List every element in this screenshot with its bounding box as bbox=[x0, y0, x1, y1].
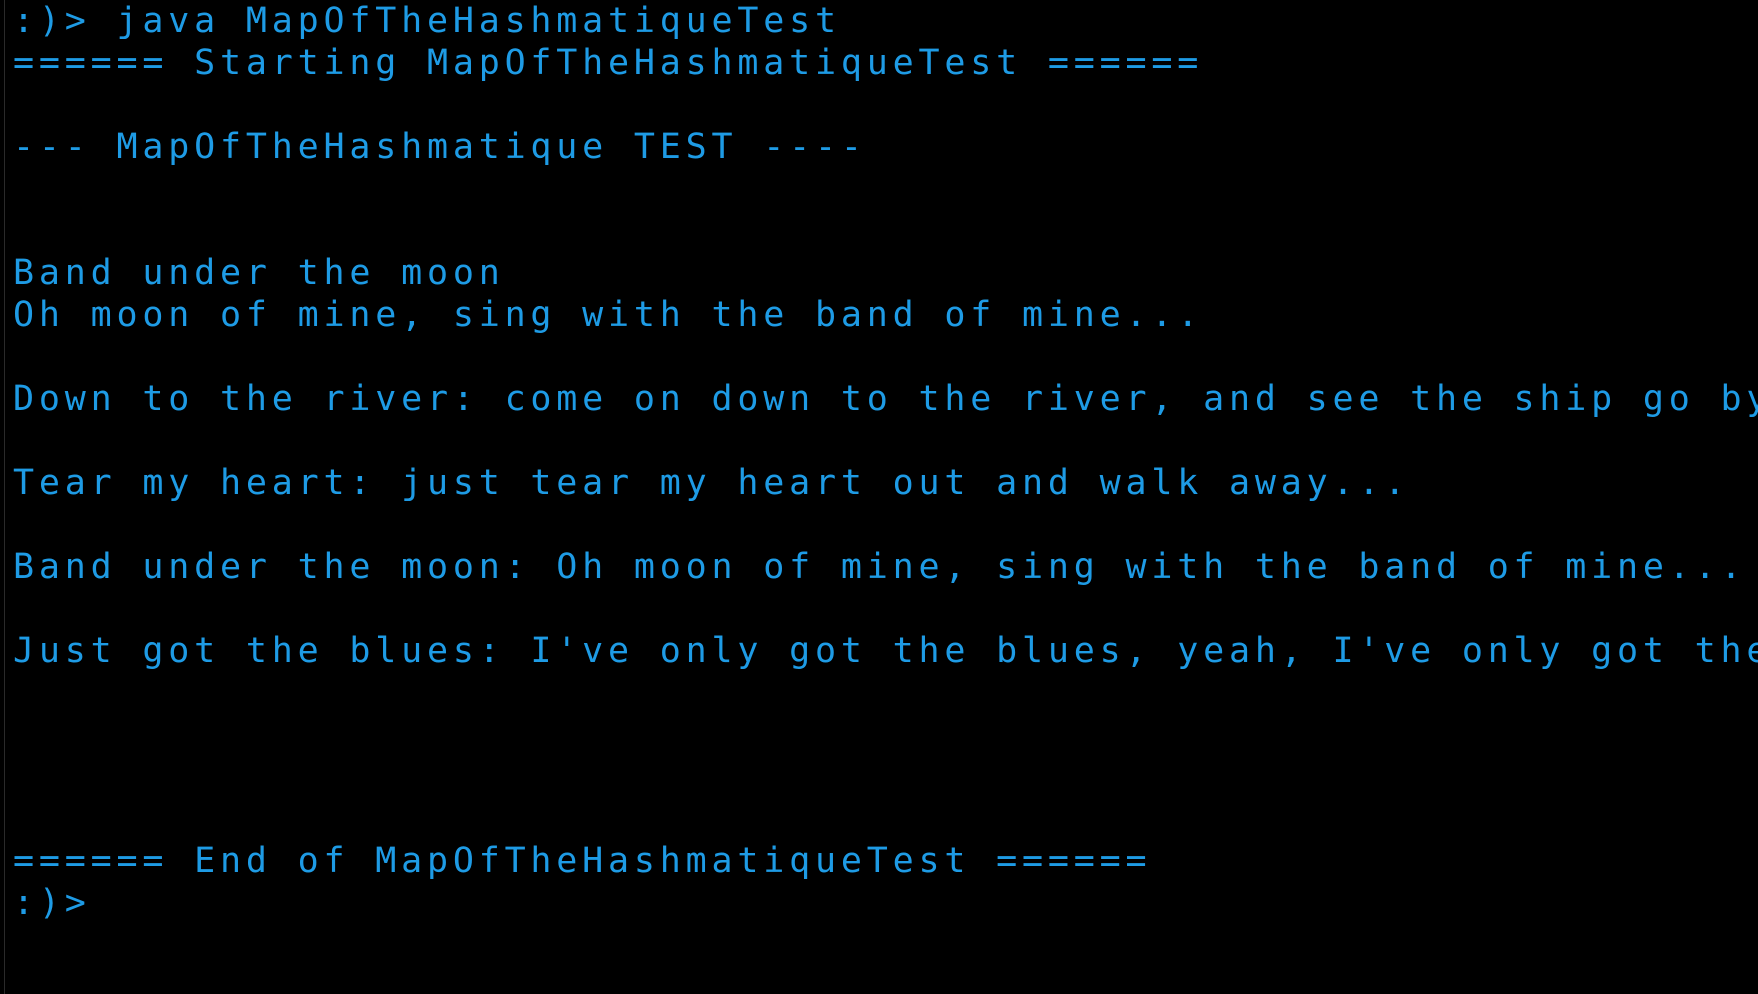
output-blank-line bbox=[13, 336, 1758, 378]
terminal-window[interactable]: :)> java MapOfTheHashmatiqueTest ====== … bbox=[0, 0, 1758, 994]
output-blank-line bbox=[13, 798, 1758, 840]
output-entry-line: Just got the blues: I've only got the bl… bbox=[13, 631, 1758, 671]
terminal-left-border bbox=[4, 0, 5, 994]
output-value-line: Oh moon of mine, sing with the band of m… bbox=[13, 295, 1204, 335]
command-line: :)> java MapOfTheHashmatiqueTest bbox=[13, 1, 841, 41]
output-blank-line bbox=[13, 84, 1758, 126]
output-key-line: Band under the moon bbox=[13, 253, 505, 293]
output-entry-line: Tear my heart: just tear my heart out an… bbox=[13, 463, 1411, 503]
output-blank-line bbox=[13, 504, 1758, 546]
output-blank-line bbox=[13, 168, 1758, 210]
output-start-banner: ====== Starting MapOfTheHashmatiqueTest … bbox=[13, 43, 1204, 83]
output-blank-line bbox=[13, 588, 1758, 630]
shell-prompt[interactable]: :)> bbox=[13, 882, 1758, 924]
output-entry-line: Down to the river: come on down to the r… bbox=[13, 379, 1758, 419]
output-end-banner: ====== End of MapOfTheHashmatiqueTest ==… bbox=[13, 841, 1152, 881]
output-blank-line bbox=[13, 672, 1758, 714]
output-entry-line: Band under the moon: Oh moon of mine, si… bbox=[13, 547, 1747, 587]
output-blank-line bbox=[13, 210, 1758, 252]
output-blank-line bbox=[13, 420, 1758, 462]
output-test-header: --- MapOfTheHashmatique TEST ---- bbox=[13, 127, 867, 167]
output-blank-line bbox=[13, 714, 1758, 756]
output-blank-line bbox=[13, 756, 1758, 798]
